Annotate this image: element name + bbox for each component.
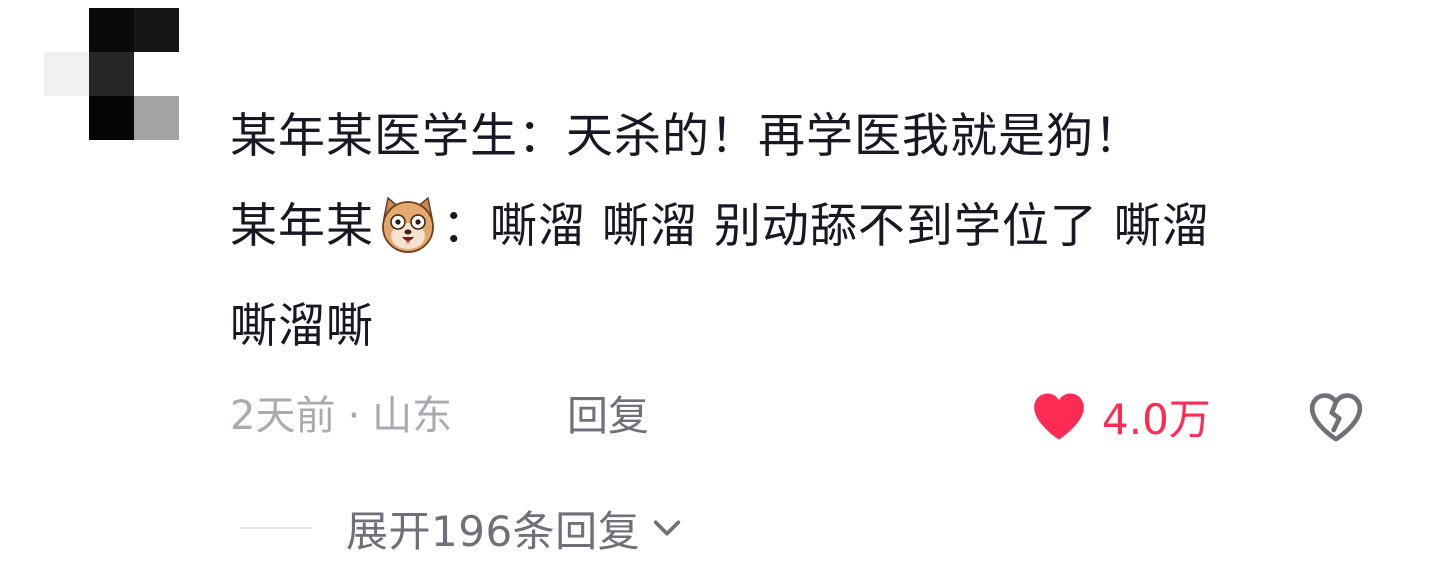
comment-text-segment: 某年某医学生：天杀的！再学医我就是狗！ — [230, 109, 1142, 164]
avatar[interactable] — [44, 8, 180, 142]
like-count: 4.0万 — [1102, 394, 1211, 444]
like-button[interactable]: 4.0万 — [1030, 384, 1211, 448]
broken-heart-icon[interactable] — [1308, 390, 1364, 444]
comment-text: 某年某医学生：天杀的！再学医我就是狗！ 某年某 ：嘶溜 嘶溜 别动舔不到学位了 … — [230, 92, 1390, 372]
comment-text-segment: ：嘶溜 嘶溜 别动舔不到学位了 嘶溜 — [442, 199, 1210, 254]
heart-icon — [1034, 393, 1084, 440]
comment-line: 某年某医学生：天杀的！再学医我就是狗！ — [230, 92, 1390, 182]
comment-line: 嘶溜嘶 — [230, 282, 1390, 372]
comment-location: 山东 — [372, 393, 453, 439]
comment-meta: 2天前 · 山东 — [230, 386, 452, 446]
chevron-down-icon — [653, 520, 681, 536]
comment-line: 某年某 ：嘶溜 嘶溜 别动舔不到学位了 嘶溜 — [230, 182, 1390, 272]
comment-text-segment: 某年某 — [230, 199, 374, 254]
dog-face-emoji-icon — [382, 196, 434, 253]
expand-replies-label: 展开196条回复 — [346, 506, 641, 556]
comment-text-segment: 嘶溜嘶 — [230, 299, 374, 354]
comment-time: 2天前 — [230, 393, 336, 439]
expand-replies-button[interactable]: 展开196条回复 — [240, 496, 684, 560]
reply-button[interactable]: 回复 — [567, 386, 649, 446]
divider-line — [240, 527, 312, 529]
meta-separator: · — [347, 393, 361, 439]
